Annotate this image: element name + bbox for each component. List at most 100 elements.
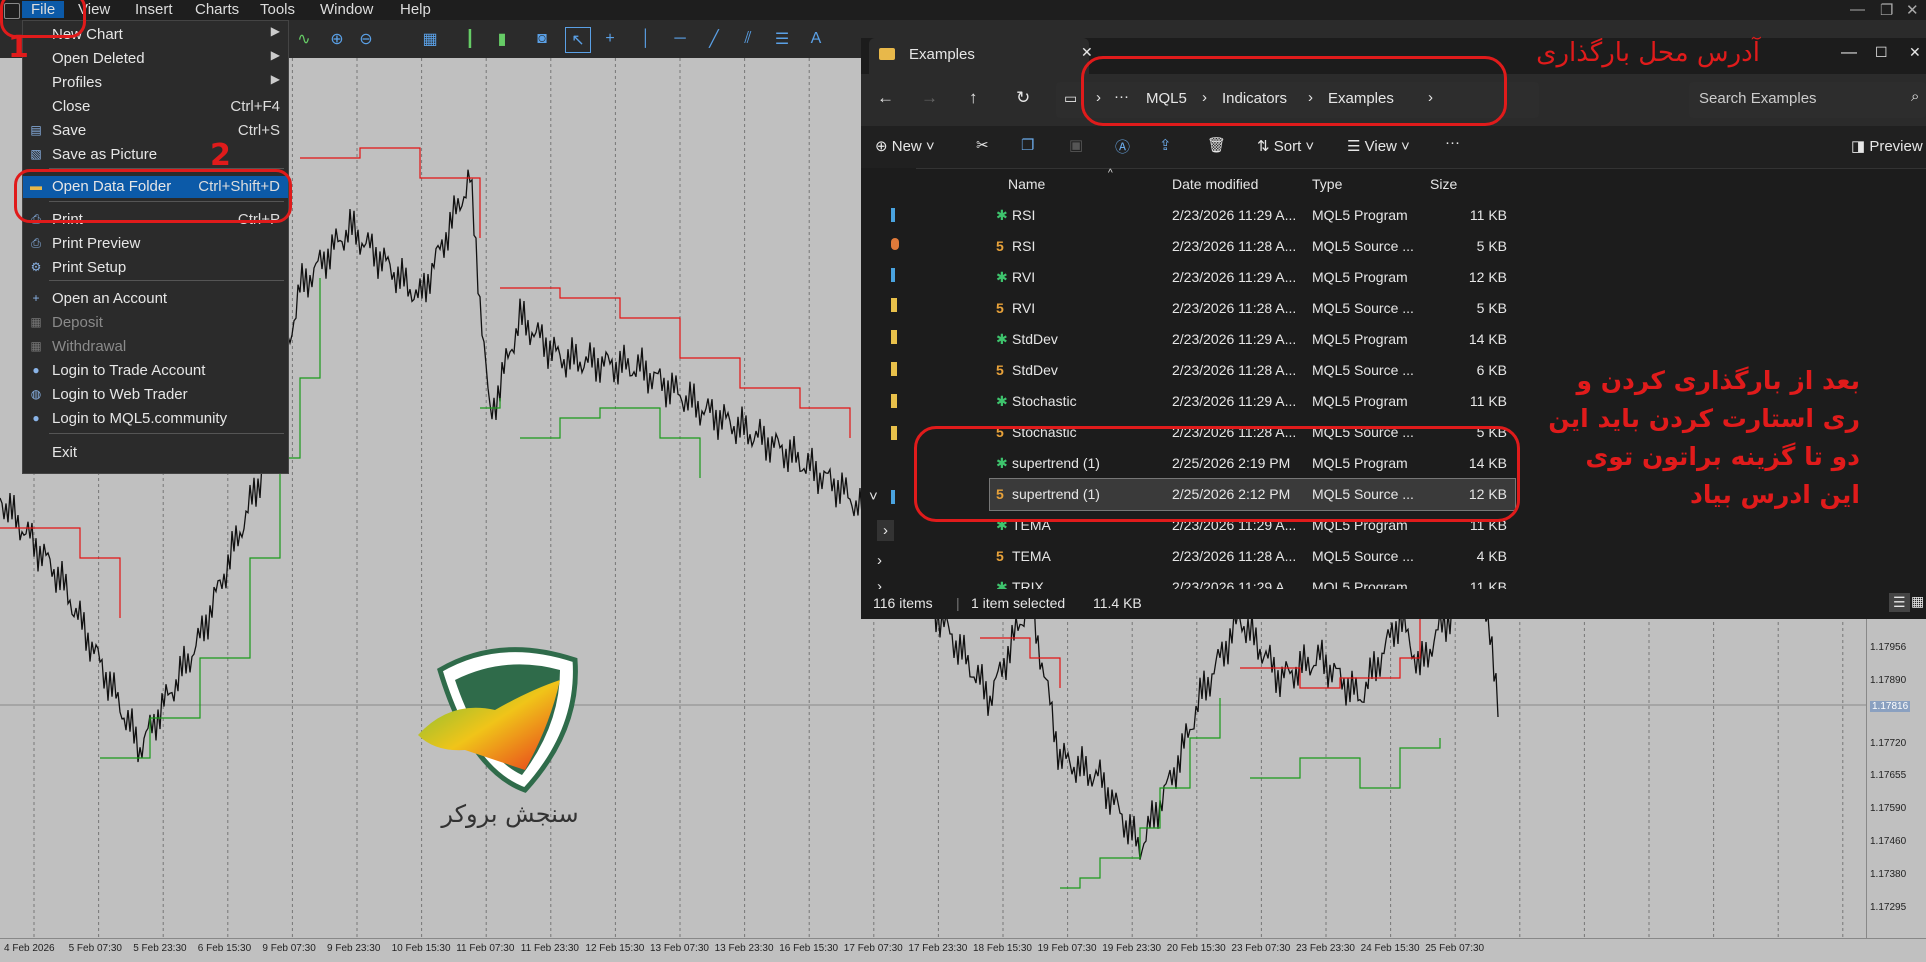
vertical-line-icon[interactable]: │ — [634, 27, 658, 51]
new-button[interactable]: ⊕ New ˅ — [875, 137, 935, 155]
nav-item-icon[interactable] — [891, 426, 897, 440]
tiles-view-icon[interactable]: ▦ — [1911, 593, 1924, 610]
menu-item-save[interactable]: ▤ Save Ctrl+S — [23, 120, 288, 142]
menu-item-login-to-trade-account[interactable]: ● Login to Trade Account — [23, 360, 288, 382]
folder-icon — [879, 48, 895, 60]
nav-item-icon[interactable] — [891, 268, 895, 282]
file-type: MQL5 Program — [1312, 331, 1408, 347]
forward-icon[interactable]: → — [921, 88, 938, 108]
minimize-icon[interactable]: — — [1850, 1, 1865, 18]
nav-item-icon[interactable] — [891, 208, 895, 222]
menu-item-login-to-mql5-community[interactable]: ● Login to MQL5.community — [23, 408, 288, 430]
file-row[interactable]: 5 RSI 2/23/2026 11:28 A... MQL5 Source ... 5… — [990, 231, 1515, 262]
logo-text: سنجش بروکر — [441, 800, 579, 828]
menu-item-label: Open Deleted — [52, 50, 145, 67]
share-icon[interactable]: ⇪ — [1159, 136, 1172, 154]
file-size: 12 KB — [1468, 269, 1507, 285]
chart-type-icon[interactable]: ∿ — [292, 27, 316, 51]
nav-item-icon[interactable] — [891, 394, 897, 408]
file-row[interactable]: 5 StdDev 2/23/2026 11:28 A... MQL5 Source .… — [990, 355, 1515, 386]
mql5-source-icon: 5 — [996, 300, 1004, 316]
nav-item-icon[interactable] — [891, 330, 897, 344]
menu-help[interactable]: Help — [400, 1, 431, 18]
menu-item-print-preview[interactable]: ⎙ Print Preview — [23, 233, 288, 255]
item-count: 116 items — [873, 595, 933, 611]
menu-item-open-an-account[interactable]: + Open an Account — [23, 288, 288, 310]
fibonacci-icon[interactable]: ☰ — [770, 27, 794, 51]
expand-chevron-icon[interactable]: ˅ — [869, 488, 878, 505]
nav-item-icon[interactable] — [891, 298, 897, 312]
menu-item-save-as-picture[interactable]: ▧ Save as Picture — [23, 144, 288, 166]
menu-item-exit[interactable]: Exit — [23, 442, 288, 464]
file-size: 5 KB — [1476, 300, 1507, 316]
crosshair-icon[interactable]: + — [598, 27, 622, 51]
screenshot-icon[interactable]: ◙ — [530, 27, 554, 51]
nav-item-icon[interactable] — [891, 490, 895, 504]
nav-item-icon[interactable] — [891, 362, 897, 376]
column-date[interactable]: Date modified — [1172, 176, 1258, 192]
price-label: 1.17460 — [1870, 836, 1907, 847]
current-price-label: 1.17816 — [1870, 701, 1911, 712]
trendline-icon[interactable]: ╱ — [702, 27, 726, 51]
menu-item-login-to-web-trader[interactable]: ◍ Login to Web Trader — [23, 384, 288, 406]
file-row[interactable]: 5 TEMA 2/23/2026 11:28 A... MQL5 Source ...… — [990, 541, 1515, 572]
copy-icon[interactable]: ❐ — [1021, 136, 1034, 154]
cut-icon[interactable]: ✂ — [976, 136, 989, 154]
paste-icon[interactable]: ▣ — [1069, 136, 1083, 154]
window-maximize-icon[interactable]: ☐ — [1875, 44, 1888, 61]
more-button[interactable]: ··· — [1445, 134, 1460, 151]
view-button[interactable]: ☰ View ˅ — [1347, 137, 1410, 155]
expand-chevron-icon[interactable]: › — [877, 520, 894, 541]
up-icon[interactable]: ↑ — [969, 88, 978, 108]
column-name[interactable]: Name — [1008, 176, 1045, 192]
search-input[interactable]: Search Examples ⌕ — [1689, 82, 1926, 118]
menu-item-close[interactable]: Close Ctrl+F4 — [23, 96, 288, 118]
close-icon[interactable]: ✕ — [1906, 1, 1919, 19]
file-row[interactable]: ✱ Stochastic 2/23/2026 11:29 A... MQL5 Prog… — [990, 386, 1515, 417]
channel-icon[interactable]: ⫽ — [736, 27, 760, 51]
file-name: TEMA — [1012, 548, 1051, 564]
menu-item-print-setup[interactable]: ⚙ Print Setup — [23, 257, 288, 279]
file-row[interactable]: 5 RVI 2/23/2026 11:28 A... MQL5 Source ... 5… — [990, 293, 1515, 324]
rename-icon[interactable]: Ⓐ — [1115, 136, 1130, 157]
zoom-in-icon[interactable]: ⊕ — [325, 27, 349, 51]
text-tool-icon[interactable]: A — [804, 27, 828, 51]
step-number-2: 2 — [210, 138, 231, 173]
zoom-out-icon[interactable]: ⊖ — [354, 27, 378, 51]
file-row[interactable]: ✱ StdDev 2/23/2026 11:29 A... MQL5 Program 1… — [990, 324, 1515, 355]
window-minimize-icon[interactable]: — — [1841, 44, 1857, 62]
bar-chart-icon[interactable]: ┃ — [458, 27, 482, 51]
menu-charts[interactable]: Charts — [195, 1, 239, 18]
horizontal-line-icon[interactable]: ─ — [668, 27, 692, 51]
user-icon: ● — [32, 363, 40, 377]
menu-item-shortcut: Ctrl+F4 — [230, 98, 280, 115]
divider: | — [956, 595, 960, 611]
preview-button[interactable]: ◨ Preview — [1851, 137, 1923, 155]
menu-tools[interactable]: Tools — [260, 1, 295, 18]
command-bar: ⊕ New ˅ ✂ ❐ ▣ Ⓐ ⇪ 🗑 ⇅ Sort ˅ ☰ View ˅ ··… — [861, 126, 1926, 169]
details-view-icon[interactable]: ☰ — [1889, 593, 1910, 612]
expand-chevron-icon[interactable]: › — [877, 552, 882, 569]
restore-icon[interactable]: ❐ — [1880, 1, 1893, 19]
menu-item-open-deleted[interactable]: Open Deleted ▶ — [23, 48, 288, 70]
column-size[interactable]: Size — [1430, 176, 1457, 192]
nav-item-icon[interactable] — [891, 238, 899, 250]
delete-icon[interactable]: 🗑 — [1207, 136, 1226, 154]
file-row[interactable]: ✱ RSI 2/23/2026 11:29 A... MQL5 Program 11 K… — [990, 200, 1515, 231]
sort-button[interactable]: ⇅ Sort ˅ — [1257, 137, 1314, 155]
file-row[interactable]: ✱ RVI 2/23/2026 11:29 A... MQL5 Program 12 K… — [990, 262, 1515, 293]
window-close-icon[interactable]: ✕ — [1909, 44, 1921, 61]
grid-icon[interactable]: ▦ — [418, 27, 442, 51]
explorer-tab[interactable]: Examples ✕ — [869, 38, 1093, 74]
time-label: 5 Feb 07:30 — [68, 943, 122, 954]
back-icon[interactable]: ← — [877, 88, 894, 108]
time-label: 24 Feb 15:30 — [1360, 943, 1420, 954]
refresh-icon[interactable]: ↻ — [1016, 88, 1030, 108]
column-type[interactable]: Type — [1312, 176, 1342, 192]
cursor-icon[interactable]: ↖ — [565, 27, 591, 53]
menu-item-profiles[interactable]: Profiles ▶ — [23, 72, 288, 94]
menu-window[interactable]: Window — [320, 1, 373, 18]
menu-bar: File View Insert Charts Tools Window Hel… — [0, 0, 1926, 20]
candles-icon[interactable]: ▮ — [490, 27, 514, 51]
menu-insert[interactable]: Insert — [135, 1, 173, 18]
